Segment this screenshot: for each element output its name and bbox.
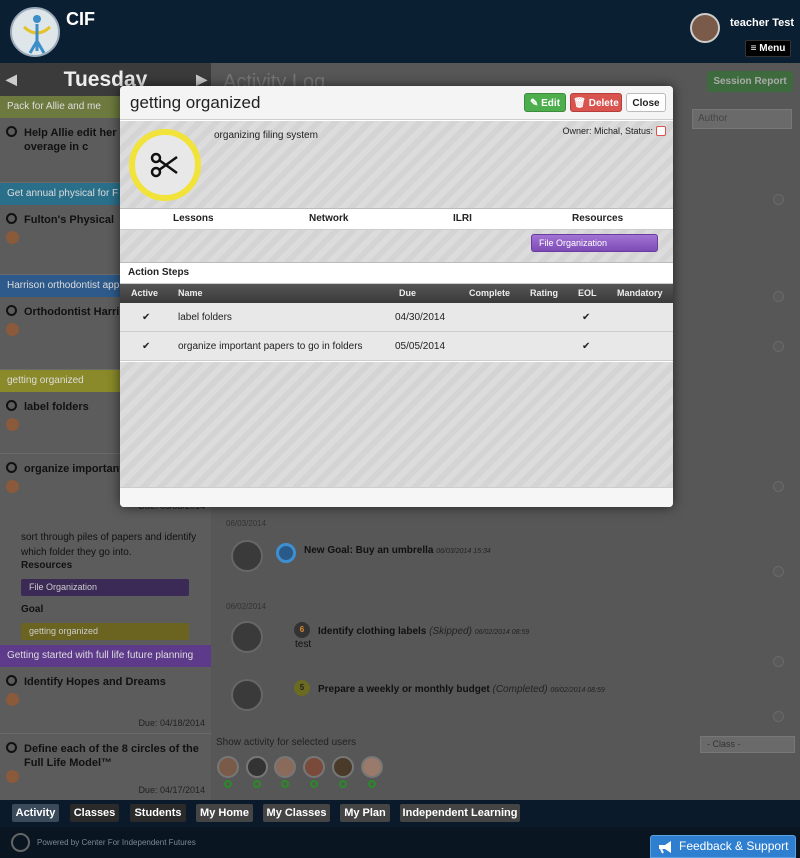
goal-tabs: Lessons Network ILRI Resources (120, 208, 673, 230)
col-name: Name (178, 288, 203, 298)
action-steps-label: Action Steps (128, 267, 190, 278)
col-rating: Rating (530, 288, 558, 298)
table-row[interactable]: ✔ organize important papers to go in fol… (120, 332, 673, 361)
modal-header: getting organized ✎ Edit 🗑 Delete Close (120, 86, 673, 120)
col-due: Due (399, 288, 417, 298)
delete-label: Delete (588, 98, 619, 109)
edit-label: Edit (541, 98, 561, 109)
col-active: Active (131, 288, 159, 298)
pencil-icon: ✎ (529, 98, 542, 109)
edit-button[interactable]: ✎ Edit (524, 93, 566, 112)
tab-network[interactable]: Network (309, 213, 348, 224)
goal-summary: organizing filing system Owner: Michal, … (120, 121, 673, 209)
file-organization-resource-button[interactable]: File Organization (531, 234, 658, 252)
table-row[interactable]: ✔ label folders 04/30/2014 ✔ (120, 303, 673, 332)
active-check-icon[interactable]: ✔ (142, 312, 150, 323)
modal-title: getting organized (130, 93, 261, 112)
trash-icon: 🗑 (573, 98, 589, 109)
step-name: organize important papers to go in folde… (178, 341, 363, 352)
goal-modal: getting organized ✎ Edit 🗑 Delete Close … (120, 86, 673, 507)
eol-check-icon[interactable]: ✔ (582, 341, 590, 352)
step-due: 05/05/2014 (395, 341, 446, 352)
scissors-icon (150, 152, 178, 178)
tab-lessons[interactable]: Lessons (173, 213, 214, 224)
tab-ilri[interactable]: ILRI (453, 213, 472, 224)
action-steps-header: Action Steps (120, 262, 673, 284)
action-steps-table-header: Active Name Due Complete Rating EOL Mand… (120, 284, 673, 303)
step-name: label folders (178, 312, 232, 323)
resources-area: File Organization (120, 230, 673, 262)
modal-footer (120, 487, 673, 507)
table-empty-area (120, 362, 673, 487)
col-mandatory: Mandatory (617, 288, 663, 298)
goal-icon-ring (129, 129, 201, 201)
step-due: 04/30/2014 (395, 312, 446, 323)
eol-check-icon[interactable]: ✔ (582, 312, 590, 323)
goal-description: organizing filing system (214, 130, 318, 141)
delete-button[interactable]: 🗑 Delete (570, 93, 622, 112)
active-check-icon[interactable]: ✔ (142, 341, 150, 352)
status-checkbox[interactable] (656, 126, 666, 136)
close-button[interactable]: Close (626, 93, 666, 112)
tab-resources[interactable]: Resources (572, 213, 623, 224)
owner-status-label: Owner: Michal, Status: (562, 126, 653, 136)
col-eol: EOL (578, 288, 597, 298)
col-complete: Complete (469, 288, 511, 298)
